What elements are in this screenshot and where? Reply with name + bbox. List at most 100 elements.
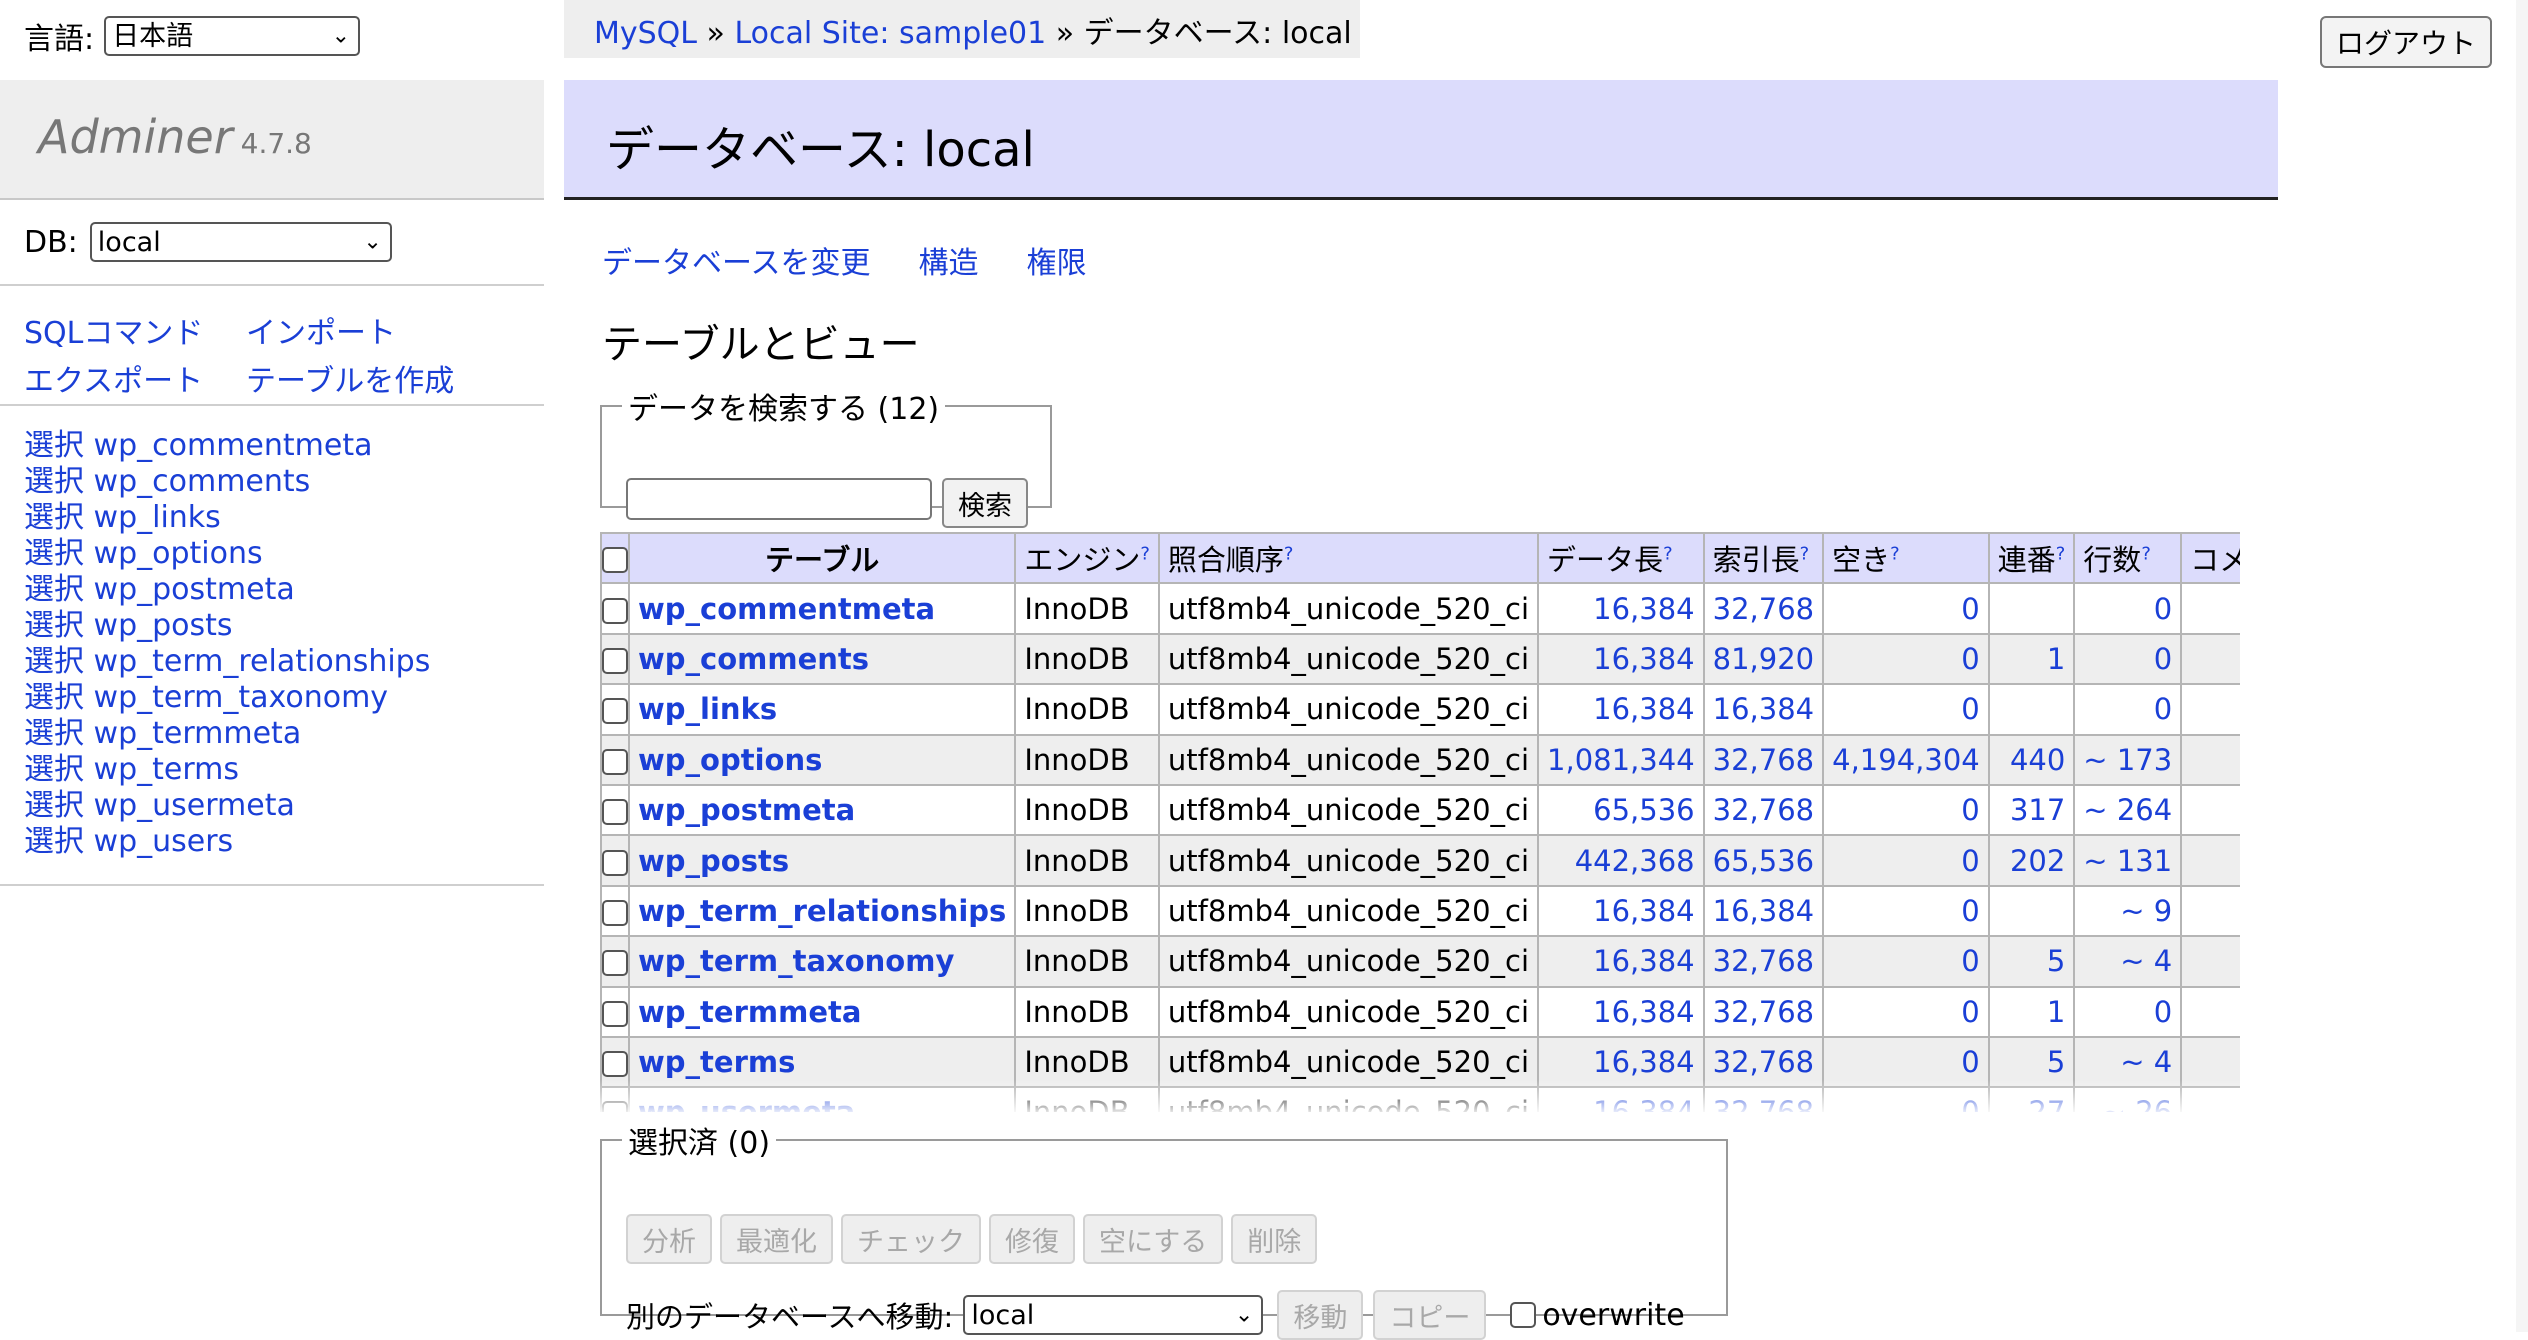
search-input[interactable] — [626, 478, 932, 520]
select-link[interactable]: 選択 — [24, 824, 84, 859]
auto-increment-link[interactable]: 1 — [2047, 642, 2065, 676]
row-select-cell[interactable] — [600, 935, 630, 988]
row-checkbox[interactable] — [602, 597, 628, 624]
index-length-link[interactable]: 65,536 — [1713, 844, 1814, 878]
page-scrollbar[interactable] — [2516, 0, 2528, 1332]
sql-command-link[interactable]: SQLコマンド — [24, 308, 246, 352]
select-link[interactable]: 選択 — [24, 716, 84, 751]
row-select-cell[interactable] — [600, 632, 630, 686]
table-name-link[interactable]: wp_postmeta — [638, 793, 855, 827]
sidebar-table-link[interactable]: wp_posts — [94, 608, 233, 643]
select-link[interactable]: 選択 — [24, 464, 84, 499]
index-length-link[interactable]: 32,768 — [1713, 743, 1814, 777]
analyze-button[interactable]: 分析 — [626, 1214, 712, 1264]
data-length-link[interactable]: 65,536 — [1593, 793, 1694, 827]
row-select-cell[interactable] — [600, 884, 630, 938]
help-icon[interactable]: ? — [2056, 544, 2066, 565]
sidebar-table-link[interactable]: wp_commentmeta — [94, 428, 373, 463]
sidebar-table-link[interactable]: wp_termmeta — [94, 716, 302, 751]
sidebar-table-link[interactable]: wp_users — [94, 824, 234, 859]
row-checkbox[interactable] — [602, 1000, 628, 1027]
free-link[interactable]: 4,194,304 — [1832, 743, 1980, 777]
drop-button[interactable]: 削除 — [1231, 1214, 1318, 1264]
row-select-cell[interactable] — [600, 783, 630, 837]
index-length-link[interactable]: 16,384 — [1713, 692, 1814, 726]
data-length-link[interactable]: 1,081,344 — [1547, 743, 1695, 777]
index-length-link[interactable]: 32,768 — [1713, 944, 1814, 978]
select-link[interactable]: 選択 — [24, 788, 84, 823]
sidebar-table-link[interactable]: wp_terms — [94, 752, 239, 787]
auto-increment-link[interactable]: 5 — [2047, 1045, 2065, 1079]
rows-link[interactable]: ~ 9 — [2120, 894, 2172, 928]
auto-increment-link[interactable]: 202 — [2010, 844, 2065, 878]
overwrite-option[interactable]: overwrite — [1510, 1298, 1685, 1333]
index-length-link[interactable]: 32,768 — [1713, 592, 1814, 626]
free-link[interactable]: 0 — [1961, 793, 1979, 827]
privileges-link[interactable]: 権限 — [1027, 238, 1087, 282]
help-icon[interactable]: ? — [2141, 544, 2151, 565]
select-link[interactable]: 選択 — [24, 572, 84, 607]
row-checkbox[interactable] — [602, 849, 628, 876]
data-length-link[interactable]: 16,384 — [1593, 995, 1694, 1029]
data-length-link[interactable]: 442,368 — [1575, 844, 1695, 878]
rows-link[interactable]: ~ 131 — [2083, 844, 2172, 878]
table-name-link[interactable]: wp_terms — [638, 1045, 795, 1079]
row-checkbox[interactable] — [602, 748, 628, 775]
search-legend[interactable]: データを検索する (12) — [622, 384, 945, 428]
sidebar-table-link[interactable]: wp_comments — [94, 464, 311, 499]
free-link[interactable]: 0 — [1961, 995, 1979, 1029]
overwrite-checkbox[interactable] — [1510, 1302, 1537, 1328]
check-button[interactable]: チェック — [841, 1214, 981, 1264]
optimize-button[interactable]: 最適化 — [720, 1214, 833, 1264]
selected-legend[interactable]: 選択済 (0) — [622, 1118, 776, 1162]
row-checkbox[interactable] — [602, 799, 628, 826]
index-length-link[interactable]: 32,768 — [1713, 1045, 1814, 1079]
row-select-cell[interactable] — [600, 733, 630, 786]
row-checkbox[interactable] — [602, 647, 628, 674]
sidebar-table-link[interactable]: wp_term_relationships — [94, 644, 431, 679]
sidebar-table-link[interactable]: wp_options — [94, 536, 263, 571]
db-select[interactable]: local — [89, 222, 392, 262]
logout-button[interactable]: ログアウト — [2320, 16, 2492, 68]
schema-link[interactable]: 構造 — [919, 238, 979, 282]
table-name-link[interactable]: wp_posts — [638, 844, 789, 878]
row-checkbox[interactable] — [602, 950, 628, 977]
row-select-cell[interactable] — [600, 683, 630, 736]
select-link[interactable]: 選択 — [24, 680, 84, 715]
index-length-link[interactable]: 32,768 — [1713, 793, 1814, 827]
data-length-link[interactable]: 16,384 — [1593, 592, 1694, 626]
data-length-link[interactable]: 16,384 — [1593, 692, 1694, 726]
db-select-wrap[interactable]: local ⌄ — [89, 222, 392, 262]
rows-link[interactable]: ~ 4 — [2120, 1045, 2172, 1079]
sidebar-table-link[interactable]: wp_term_taxonomy — [94, 680, 389, 715]
breadcrumb-mysql[interactable]: MySQL — [594, 16, 697, 51]
help-icon[interactable]: ? — [1284, 544, 1294, 565]
rows-link[interactable]: ~ 4 — [2120, 944, 2172, 978]
auto-increment-link[interactable]: 5 — [2047, 944, 2065, 978]
select-link[interactable]: 選択 — [24, 536, 84, 571]
free-link[interactable]: 0 — [1961, 1045, 1979, 1079]
index-length-link[interactable]: 16,384 — [1713, 894, 1814, 928]
row-checkbox[interactable] — [602, 1051, 628, 1078]
data-length-link[interactable]: 16,384 — [1593, 642, 1694, 676]
index-length-link[interactable]: 81,920 — [1713, 642, 1814, 676]
table-name-link[interactable]: wp_commentmeta — [638, 592, 935, 626]
rows-link[interactable]: 0 — [2154, 642, 2172, 676]
free-link[interactable]: 0 — [1961, 592, 1979, 626]
table-name-link[interactable]: wp_termmeta — [638, 995, 861, 1029]
repair-button[interactable]: 修復 — [989, 1214, 1075, 1264]
free-link[interactable]: 0 — [1961, 642, 1979, 676]
create-table-link[interactable]: テーブルを作成 — [246, 356, 466, 400]
move-db-select[interactable]: local — [963, 1295, 1264, 1335]
select-link[interactable]: 選択 — [24, 752, 84, 787]
move-db-select-wrap[interactable]: local ⌄ — [963, 1295, 1264, 1335]
copy-button[interactable]: コピー — [1373, 1290, 1487, 1340]
row-checkbox[interactable] — [602, 698, 628, 725]
language-select-wrap[interactable]: 日本語 ⌄ — [104, 16, 361, 56]
row-select-cell[interactable] — [600, 582, 630, 635]
table-name-link[interactable]: wp_links — [638, 692, 777, 726]
export-link[interactable]: エクスポート — [24, 356, 246, 400]
select-link[interactable]: 選択 — [24, 608, 84, 643]
free-link[interactable]: 0 — [1961, 894, 1979, 928]
move-button[interactable]: 移動 — [1277, 1290, 1364, 1340]
